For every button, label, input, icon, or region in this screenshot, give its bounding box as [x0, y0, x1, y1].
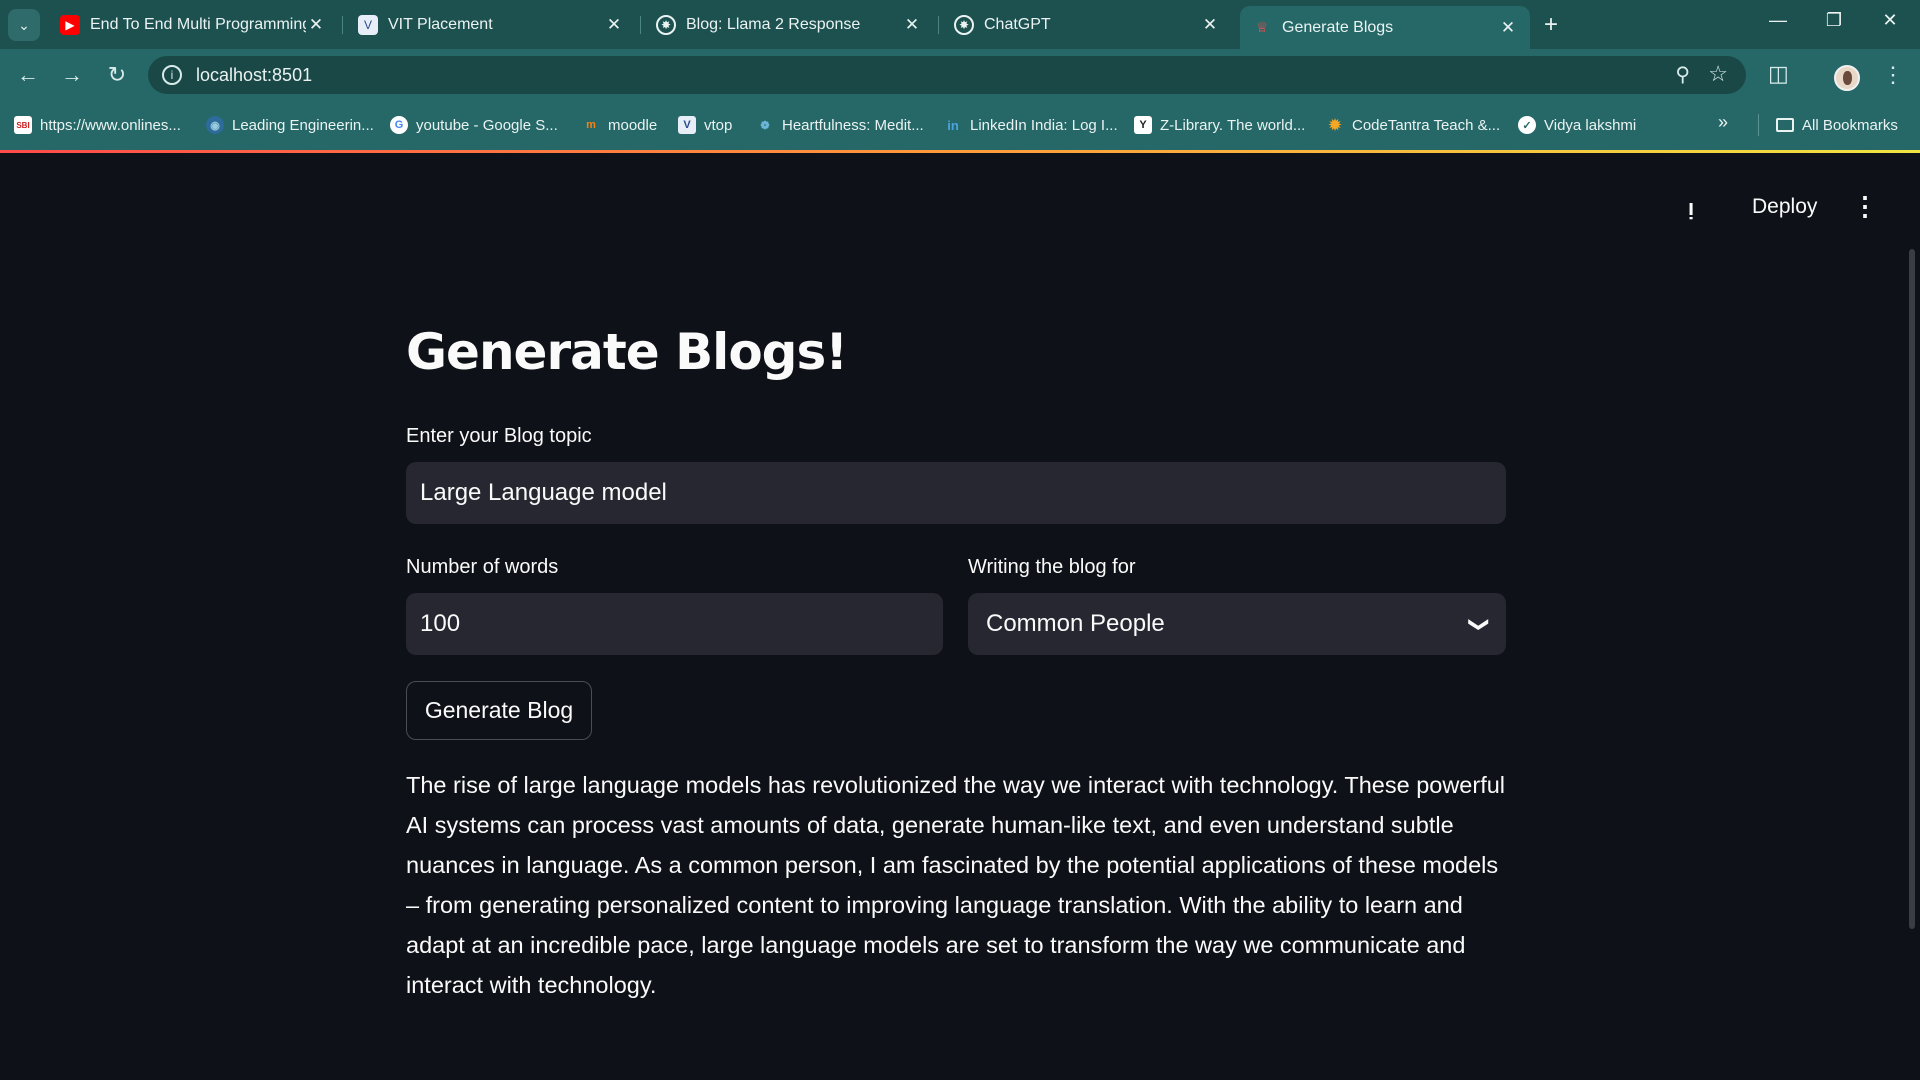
zoom-icon[interactable]: ⚲: [1675, 62, 1690, 87]
bookmarks-divider: [1758, 114, 1759, 136]
all-bookmarks-label: All Bookmarks: [1802, 116, 1898, 134]
browser-menu-icon[interactable]: ⋮: [1882, 62, 1904, 88]
site-info-icon[interactable]: i: [162, 65, 182, 85]
tab-title: Blog: Llama 2 Response: [686, 16, 861, 33]
back-icon[interactable]: ←: [14, 61, 42, 89]
vidya-icon: ✓: [1518, 116, 1536, 134]
restore-icon[interactable]: ❐: [1814, 10, 1854, 31]
bookmark-item[interactable]: ❁ Heartfulness: Medit...: [756, 114, 924, 136]
bookmark-item[interactable]: m moodle: [582, 114, 657, 136]
bookmark-item[interactable]: G youtube - Google S...: [390, 114, 558, 136]
close-tab-icon[interactable]: ✕: [306, 15, 326, 35]
all-bookmarks[interactable]: All Bookmarks: [1776, 114, 1898, 136]
folder-icon: [1776, 118, 1794, 132]
reload-icon[interactable]: ↻: [103, 61, 131, 89]
tab-search-chevron-icon[interactable]: ⌄: [8, 9, 40, 41]
bookmark-item[interactable]: ◉ Leading Engineerin...: [206, 114, 374, 136]
address-url[interactable]: localhost:8501: [196, 65, 312, 86]
linkedin-icon: in: [947, 117, 959, 133]
audience-selected-value: Common People: [986, 610, 1165, 637]
bookmark-label: Heartfulness: Medit...: [782, 116, 924, 134]
topic-input[interactable]: Large Language model: [406, 462, 1506, 524]
bookmark-item[interactable]: ✹ CodeTantra Teach &...: [1326, 114, 1500, 136]
blog-output: The rise of large language models has re…: [406, 772, 1506, 998]
tab-title: VIT Placement: [388, 16, 493, 33]
tab-blog-llama[interactable]: ✸ Blog: Llama 2 Response ✕: [644, 8, 934, 42]
bookmark-label: moodle: [608, 116, 658, 134]
tab-generate-blogs[interactable]: ♕ Generate Blogs ✕: [1240, 6, 1530, 49]
bookmark-item[interactable]: Y Z-Library. The world...: [1134, 114, 1305, 136]
bookmark-label: Vidya lakshmi: [1544, 116, 1637, 134]
forward-icon[interactable]: →: [58, 61, 86, 89]
streamlit-icon: ♕: [1255, 19, 1269, 35]
bookmark-label: youtube - Google S...: [416, 116, 558, 134]
close-tab-icon[interactable]: ✕: [902, 15, 922, 35]
bookmarks-overflow-icon[interactable]: »: [1718, 112, 1728, 133]
bookmark-item[interactable]: V vtop: [678, 114, 732, 136]
close-tab-icon[interactable]: ✕: [1200, 15, 1220, 35]
bookmark-item[interactable]: in LinkedIn India: Log I...: [944, 114, 1118, 136]
tab-title: Generate Blogs: [1282, 18, 1394, 36]
bookmark-label: vtop: [704, 116, 733, 134]
words-label: Number of words: [406, 556, 559, 578]
close-window-icon[interactable]: ✕: [1870, 10, 1910, 31]
profile-avatar[interactable]: [1834, 65, 1860, 91]
bookmark-star-icon[interactable]: ☆: [1708, 61, 1728, 87]
moodle-icon: m: [586, 119, 596, 131]
minimize-icon[interactable]: —: [1758, 10, 1798, 31]
bookmark-label: https://www.onlines...: [40, 116, 181, 134]
zlibrary-icon: Y: [1134, 116, 1152, 134]
page-title: Generate Blogs!: [406, 323, 848, 381]
rerun-status-icon[interactable]: ᴉ: [1688, 195, 1694, 221]
tab-strip: ⌄ ▶ End To End Multi Programming ✕ V VIT…: [0, 0, 1920, 49]
bookmark-label: CodeTantra Teach &...: [1352, 116, 1501, 134]
close-tab-icon[interactable]: ✕: [1498, 18, 1518, 38]
google-icon: G: [390, 116, 408, 134]
chatgpt-icon: ✸: [954, 15, 974, 35]
sbl-icon: SBI: [14, 116, 32, 134]
bookmark-item[interactable]: SBI https://www.onlines...: [14, 114, 181, 136]
extensions-icon[interactable]: ◫: [1768, 61, 1789, 87]
chevron-down-icon: ❯: [1468, 615, 1491, 633]
words-input[interactable]: 100: [406, 593, 943, 655]
vit-icon: V: [358, 15, 378, 35]
tab-vit-placement[interactable]: V VIT Placement ✕: [346, 8, 636, 42]
youtube-icon: ▶: [60, 15, 80, 35]
vtop-icon: V: [678, 116, 696, 134]
audience-label: Writing the blog for: [968, 556, 1136, 578]
tab-title: ChatGPT: [984, 16, 1051, 33]
address-bar[interactable]: i localhost:8501 ⚲ ☆: [148, 56, 1746, 94]
bookmark-label: Leading Engineerin...: [232, 116, 374, 134]
tab-separator: [640, 16, 641, 34]
bookmark-item[interactable]: ✓ Vidya lakshmi: [1518, 114, 1636, 136]
close-tab-icon[interactable]: ✕: [604, 15, 624, 35]
bookmark-label: Z-Library. The world...: [1160, 116, 1306, 134]
scrollbar[interactable]: [1909, 249, 1915, 929]
globe-icon: ◉: [206, 116, 224, 134]
topic-label: Enter your Blog topic: [406, 425, 592, 447]
app-view: ᴉ Deploy ⋮ Generate Blogs! Enter your Bl…: [0, 153, 1920, 1080]
browser-toolbar: ← → ↻ i localhost:8501 ⚲ ☆: [0, 49, 1920, 100]
heartfulness-icon: ❁: [760, 119, 770, 132]
tab-title: End To End Multi Programming: [90, 16, 306, 33]
bookmarks-bar: SBI https://www.onlines... ◉ Leading Eng…: [0, 100, 1920, 152]
bookmark-label: LinkedIn India: Log I...: [970, 116, 1118, 134]
deploy-button[interactable]: Deploy: [1752, 195, 1817, 219]
tab-separator: [938, 16, 939, 34]
chatgpt-icon: ✸: [656, 15, 676, 35]
tab-separator: [342, 16, 343, 34]
audience-select[interactable]: Common People ❯: [968, 593, 1506, 655]
tab-chatgpt[interactable]: ✸ ChatGPT ✕: [942, 8, 1232, 42]
tab-end-to-end[interactable]: ▶ End To End Multi Programming ✕: [48, 8, 338, 42]
new-tab-icon[interactable]: +: [1544, 12, 1558, 38]
generate-blog-button[interactable]: Generate Blog: [406, 681, 592, 740]
codetantra-icon: ✹: [1328, 117, 1342, 134]
app-menu-icon[interactable]: ⋮: [1852, 191, 1878, 222]
